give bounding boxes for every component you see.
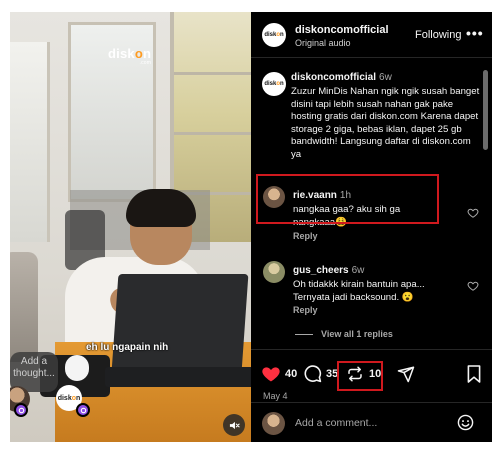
comment-avatar[interactable]: disk o n <box>262 72 286 96</box>
video-person-hair <box>126 189 196 227</box>
comment-time: 6w <box>351 265 365 276</box>
liked-heart-icon[interactable] <box>261 364 281 384</box>
video-caption: eh lu ngapain nih <box>86 342 169 353</box>
video-laptop-lid <box>111 274 249 372</box>
comment-time: 6w <box>379 72 392 83</box>
story-badge-icon <box>76 403 90 417</box>
post-actions-bar: 40 35 10 May 4 <box>251 349 492 401</box>
post-date: May 4 <box>263 391 288 401</box>
view-replies-link[interactable]: View all 1 replies <box>295 329 393 339</box>
comments-panel: disk o n diskoncomofficial Original audio … <box>251 12 492 442</box>
comment-avatar[interactable] <box>263 186 285 208</box>
more-options-icon[interactable]: ••• <box>466 25 484 41</box>
save-bookmark-icon[interactable] <box>466 364 482 384</box>
comment-username[interactable]: rie.vaann <box>293 190 337 201</box>
add-comment-bar <box>251 402 492 442</box>
list-item: diskoncomofficial 6w Zuzur MinDis Nahan n… <box>291 67 481 162</box>
emoji-icon[interactable] <box>457 414 474 431</box>
reel-video[interactable]: diskon .com eh lu ngapain nih Add a thou… <box>10 12 251 442</box>
reply-button[interactable]: Reply <box>293 305 318 315</box>
comment-username[interactable]: diskoncomofficial <box>291 72 376 83</box>
header-avatar[interactable]: disk o n <box>262 23 286 47</box>
video-mouse <box>65 355 89 381</box>
video-person-left <box>10 252 38 362</box>
following-button[interactable]: Following <box>415 29 461 41</box>
comment-text: Oh tidakkk kirain bantuin apa... Ternyat… <box>293 279 425 303</box>
comments-list[interactable]: disk o n diskoncomofficial 6w Zuzur MinDis … <box>251 59 492 349</box>
header-username[interactable]: diskoncomofficial <box>295 24 389 36</box>
speaker-muted-icon[interactable] <box>223 414 245 436</box>
post-header: disk o n diskoncomofficial Original audio … <box>251 12 492 58</box>
comment-username[interactable]: gus_cheers <box>293 265 349 276</box>
story-badge-icon <box>14 403 28 417</box>
video-brand-logo: diskon .com <box>108 46 152 66</box>
comment-icon[interactable] <box>303 364 322 383</box>
comment-text: nangkaa gaa? aku sih ga nangkaaa😩 <box>293 204 401 228</box>
comment-time: 1h <box>339 190 352 201</box>
comments-scrollbar-thumb[interactable] <box>483 70 488 150</box>
comment-text: Zuzur MinDis Nahan ngik ngik susah bange… <box>291 86 480 160</box>
repost-icon[interactable] <box>346 365 364 383</box>
like-comment-icon[interactable] <box>467 280 479 292</box>
video-laptop-base <box>105 367 251 387</box>
reposts-count[interactable]: 10 <box>369 368 381 380</box>
current-user-avatar <box>262 412 285 435</box>
screenshot-frame: diskon .com eh lu ngapain nih Add a thou… <box>0 0 500 451</box>
add-comment-input[interactable] <box>295 415 445 431</box>
post-modal: diskon .com eh lu ngapain nih Add a thou… <box>10 12 492 442</box>
likes-count[interactable]: 40 <box>285 368 297 380</box>
comments-count[interactable]: 35 <box>326 368 338 380</box>
audio-label[interactable]: Original audio <box>295 38 351 48</box>
list-item: gus_cheers 6w Oh tidakkk kirain bantuin a… <box>293 260 463 304</box>
like-comment-icon[interactable] <box>467 207 479 219</box>
video-window-left <box>10 42 50 242</box>
share-icon[interactable] <box>397 365 415 383</box>
list-item: rie.vaann 1h nangkaa gaa? aku sih ga nang… <box>293 185 433 229</box>
comment-avatar[interactable] <box>263 261 285 283</box>
reply-button[interactable]: Reply <box>293 231 318 241</box>
